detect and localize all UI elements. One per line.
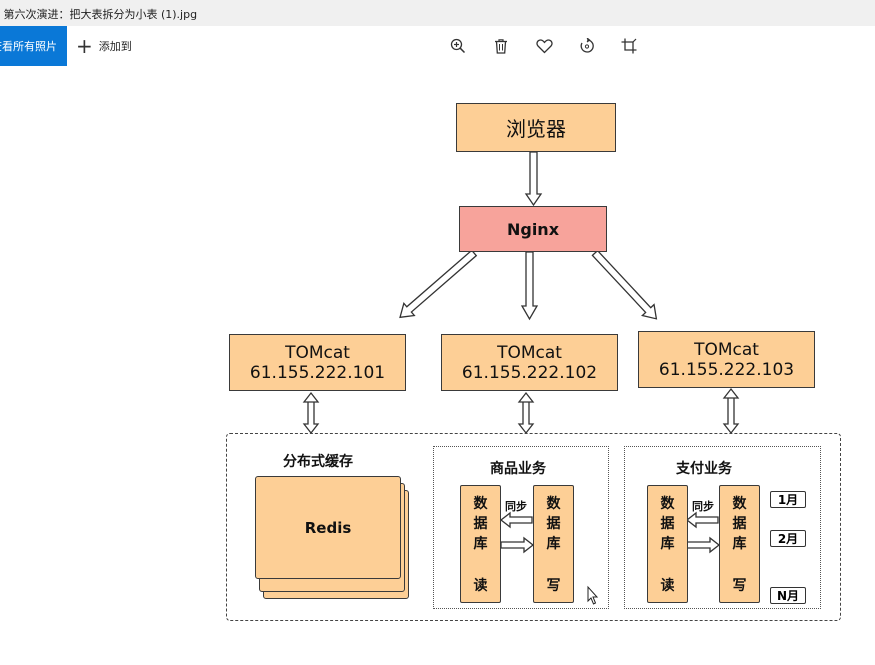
redis-label: Redis <box>304 518 352 537</box>
payment-sync-label: 同步 <box>692 500 714 513</box>
db-char: 库 <box>660 536 675 552</box>
arrow-nginx-tomcat-2 <box>520 251 539 321</box>
payment-write-db: 数 据 库 写 <box>719 485 760 603</box>
month-shard-1: 1月 <box>770 491 806 508</box>
db-char: 库 <box>546 536 561 552</box>
arrow-tomcat3-payment <box>722 387 740 435</box>
month-shard-n: N月 <box>770 587 806 604</box>
payment-read-db: 数 据 库 读 <box>647 485 688 603</box>
payment-title: 支付业务 <box>676 461 732 477</box>
arrow-tomcat1-cache <box>302 391 320 435</box>
tomcat-ip: 61.155.222.101 <box>249 362 386 383</box>
tomcat-box-3: TOMcat 61.155.222.103 <box>638 331 815 388</box>
db-char: 库 <box>732 536 747 552</box>
db-char: 数 <box>473 496 488 512</box>
db-char: 据 <box>660 516 675 532</box>
db-mode: 写 <box>546 578 561 594</box>
db-char: 据 <box>473 516 488 532</box>
product-title: 商品业务 <box>490 461 546 477</box>
nginx-label: Nginx <box>506 219 560 239</box>
tomcat-name: TOMcat <box>694 339 759 360</box>
db-mode: 写 <box>732 578 747 594</box>
arrow-tomcat2-product <box>517 391 535 435</box>
browser-box: 浏览器 <box>456 103 616 152</box>
product-write-db: 数 据 库 写 <box>533 485 574 603</box>
db-char: 数 <box>732 496 747 512</box>
db-mode: 读 <box>473 578 488 594</box>
product-read-db: 数 据 库 读 <box>460 485 501 603</box>
tomcat-box-2: TOMcat 61.155.222.102 <box>441 334 618 391</box>
arrow-browser-nginx <box>524 151 543 207</box>
db-char: 数 <box>546 496 561 512</box>
cache-title: 分布式缓存 <box>283 454 353 470</box>
tomcat-ip: 61.155.222.102 <box>461 362 598 383</box>
db-char: 据 <box>546 516 561 532</box>
arrow-nginx-tomcat-3 <box>591 249 658 320</box>
redis-box: Redis <box>255 476 401 579</box>
browser-label: 浏览器 <box>506 117 566 141</box>
tomcat-name: TOMcat <box>497 342 562 363</box>
nginx-box: Nginx <box>459 206 607 252</box>
db-char: 据 <box>732 516 747 532</box>
tomcat-ip: 61.155.222.103 <box>658 359 795 380</box>
tomcat-box-1: TOMcat 61.155.222.101 <box>229 334 406 391</box>
arrow-nginx-tomcat-1 <box>399 249 478 319</box>
db-char: 数 <box>660 496 675 512</box>
db-mode: 读 <box>660 578 675 594</box>
product-sync-label: 同步 <box>505 500 527 513</box>
month-shard-2: 2月 <box>770 530 806 547</box>
tomcat-name: TOMcat <box>285 342 350 363</box>
db-char: 库 <box>473 536 488 552</box>
